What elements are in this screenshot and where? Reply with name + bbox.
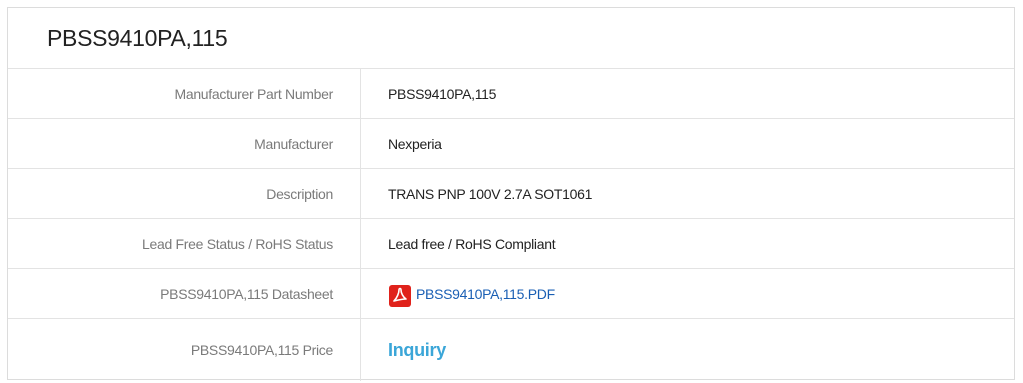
row-value-datasheet: PBSS9410PA,115.PDF — [361, 269, 1014, 318]
row-value-price: Inquiry — [361, 319, 1014, 381]
table-row: PBSS9410PA,115 Datasheet PBSS9410PA,115.… — [8, 269, 1014, 319]
inquiry-link[interactable]: Inquiry — [388, 340, 446, 361]
row-value: PBSS9410PA,115 — [388, 85, 497, 102]
row-value: TRANS PNP 100V 2.7A SOT1061 — [388, 185, 593, 202]
product-card: PBSS9410PA,115 Manufacturer Part Number … — [7, 7, 1015, 381]
datasheet-link[interactable]: PBSS9410PA,115.PDF — [388, 280, 555, 308]
table-row: Lead Free Status / RoHS Status Lead free… — [8, 219, 1014, 269]
row-value: Lead free / RoHS Compliant — [388, 235, 556, 252]
table-row: Manufacturer Nexperia — [8, 119, 1014, 169]
row-label: PBSS9410PA,115 Price — [8, 319, 361, 381]
row-label: Manufacturer — [8, 119, 361, 168]
table-row: Manufacturer Part Number PBSS9410PA,115 — [8, 69, 1014, 119]
row-value: Nexperia — [388, 135, 442, 152]
row-label: PBSS9410PA,115 Datasheet — [8, 269, 361, 318]
table-row: Description TRANS PNP 100V 2.7A SOT1061 — [8, 169, 1014, 219]
row-label: Lead Free Status / RoHS Status — [8, 219, 361, 268]
row-label: Description — [8, 169, 361, 218]
table-row: PBSS9410PA,115 Price Inquiry — [8, 319, 1014, 381]
datasheet-link-label: PBSS9410PA,115.PDF — [416, 285, 555, 302]
page-title: PBSS9410PA,115 — [8, 8, 1014, 69]
row-label: Manufacturer Part Number — [8, 69, 361, 118]
pdf-icon — [388, 284, 412, 308]
